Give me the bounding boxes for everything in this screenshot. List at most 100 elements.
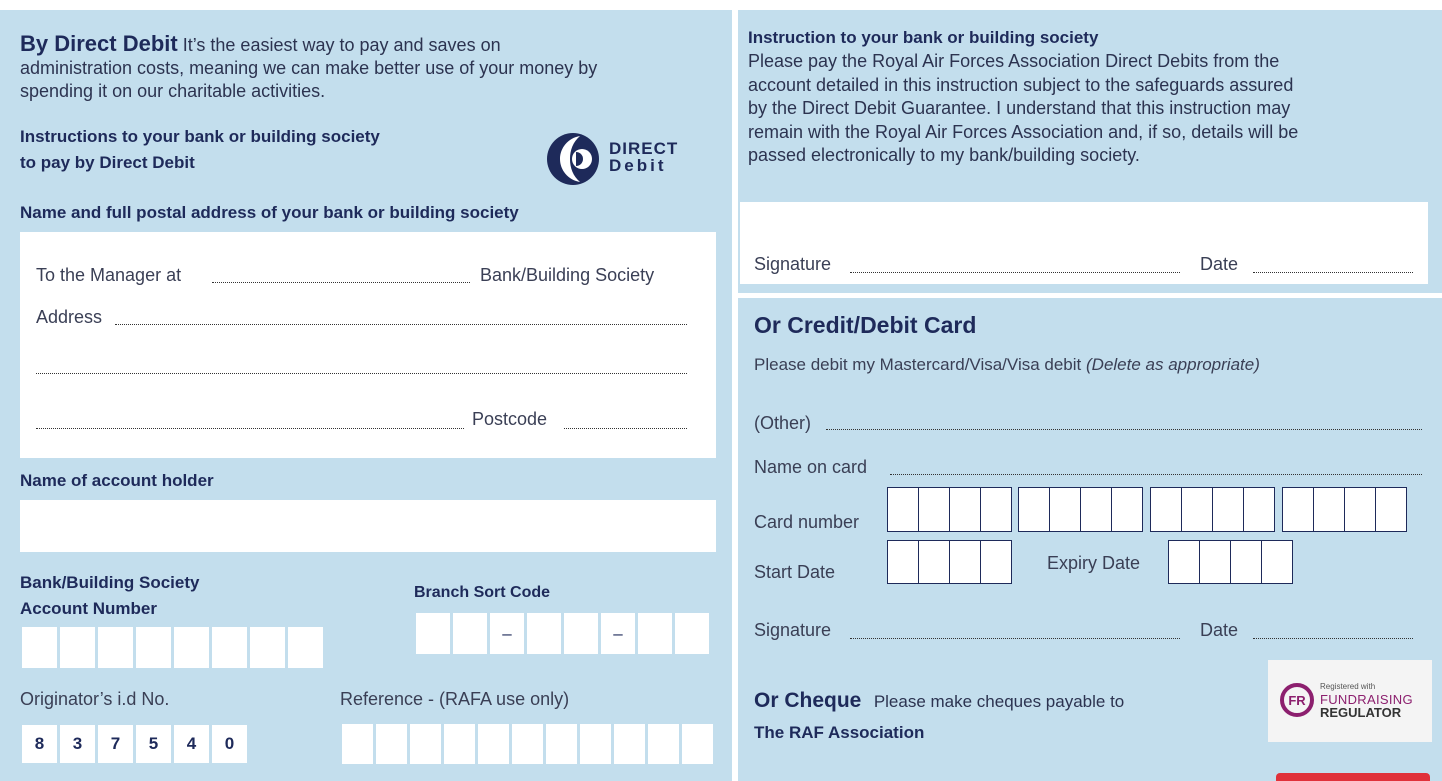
bank-building-label: Bank/Building Society: [480, 265, 655, 285]
bank-name-line[interactable]: [212, 282, 470, 283]
reference-cell[interactable]: [682, 724, 713, 764]
expiry-date-cell[interactable]: [1169, 541, 1200, 583]
sort-code-cell[interactable]: [453, 613, 487, 654]
reference-cell[interactable]: [512, 724, 543, 764]
direct-debit-heading: By Direct Debit: [20, 31, 178, 56]
reference-cells: [342, 724, 716, 764]
originator-digit: 8: [22, 725, 57, 763]
originator-id-cells: 8 3 7 5 4 0: [22, 725, 250, 763]
postcode-label: Postcode: [472, 409, 548, 429]
card-number-cell[interactable]: [1376, 488, 1406, 531]
date-line[interactable]: [1253, 272, 1413, 273]
card-number-group-4: [1282, 487, 1407, 532]
card-number-cell[interactable]: [1112, 488, 1142, 531]
expiry-date-cells: [1168, 540, 1293, 584]
reference-cell[interactable]: [648, 724, 679, 764]
cheque-section: Or Cheque Please make cheques payable to: [754, 689, 1124, 713]
name-on-card-line[interactable]: [890, 474, 1422, 475]
address-line-3[interactable]: [36, 428, 464, 429]
address-label: Address: [36, 307, 103, 327]
card-number-group-1: [887, 487, 1012, 532]
card-number-cell[interactable]: [1151, 488, 1182, 531]
start-date-cell[interactable]: [919, 541, 950, 583]
address-line-2[interactable]: [36, 373, 687, 374]
card-instruction: Please debit my Mastercard/Visa/Visa deb…: [754, 355, 1260, 374]
reference-cell[interactable]: [342, 724, 373, 764]
sort-code-cell[interactable]: [675, 613, 709, 654]
sort-code-cell[interactable]: [527, 613, 561, 654]
originator-digit: 0: [212, 725, 247, 763]
sort-code-cell[interactable]: [564, 613, 598, 654]
expiry-date-cell[interactable]: [1200, 541, 1231, 583]
originator-label: Originator’s i.d No.: [20, 689, 170, 709]
address-line-1[interactable]: [115, 324, 687, 325]
card-number-cell[interactable]: [1213, 488, 1244, 531]
start-date-cells: [887, 540, 1012, 584]
reference-cell[interactable]: [546, 724, 577, 764]
instruction-heading: Instruction to your bank or building soc…: [748, 28, 1099, 47]
card-number-cell[interactable]: [1050, 488, 1081, 531]
expiry-date-cell[interactable]: [1262, 541, 1292, 583]
originator-digit: 4: [174, 725, 209, 763]
card-number-cell[interactable]: [1081, 488, 1112, 531]
reference-cell[interactable]: [478, 724, 509, 764]
fr-line2: REGULATOR: [1320, 705, 1402, 720]
originator-digit: 5: [136, 725, 171, 763]
expiry-date-cell[interactable]: [1231, 541, 1262, 583]
card-number-cell[interactable]: [1314, 488, 1345, 531]
account-number-cell[interactable]: [60, 627, 95, 668]
sort-code-cell[interactable]: [638, 613, 672, 654]
direct-debit-intro: By Direct Debit It’s the easiest way to …: [20, 31, 598, 101]
account-holder-label: Name of account holder: [20, 471, 214, 490]
card-number-cell[interactable]: [1182, 488, 1213, 531]
reference-cell[interactable]: [444, 724, 475, 764]
account-number-cell[interactable]: [212, 627, 247, 668]
sort-code-cells: – –: [416, 613, 712, 654]
card-number-cell[interactable]: [981, 488, 1011, 531]
card-number-cell[interactable]: [1283, 488, 1314, 531]
card-date-line[interactable]: [1253, 638, 1413, 639]
account-number-cell[interactable]: [174, 627, 209, 668]
reference-label: Reference - (RAFA use only): [340, 689, 570, 709]
reference-cell[interactable]: [580, 724, 611, 764]
sort-code-cell[interactable]: [416, 613, 450, 654]
signature-line[interactable]: [850, 272, 1180, 273]
reference-cell[interactable]: [376, 724, 407, 764]
card-number-cell[interactable]: [1019, 488, 1050, 531]
account-number-cell[interactable]: [250, 627, 285, 668]
bank-address-section-label: Name and full postal address of your ban…: [20, 203, 519, 222]
signature-label: Signature: [754, 254, 832, 274]
cheque-heading: Or Cheque: [754, 689, 862, 712]
account-number-cell[interactable]: [22, 627, 57, 668]
direct-debit-logo-word1: DIRECT: [609, 139, 679, 158]
reference-cell[interactable]: [410, 724, 441, 764]
fr-registered-text: Registered with: [1320, 682, 1376, 691]
fr-logo-icon: FR: [1280, 683, 1314, 717]
postcode-line[interactable]: [564, 428, 687, 429]
card-number-cell[interactable]: [1244, 488, 1274, 531]
originator-digit: 7: [98, 725, 133, 763]
name-on-card-label: Name on card: [754, 457, 868, 477]
start-date-label: Start Date: [754, 562, 836, 582]
other-line[interactable]: [826, 429, 1422, 430]
account-holder-field[interactable]: [20, 500, 716, 552]
fundraising-regulator-badge: FR Registered with FUNDRAISING REGULATOR: [1268, 660, 1432, 742]
card-number-cell[interactable]: [1345, 488, 1376, 531]
red-corner-tab: [1276, 773, 1430, 781]
cheque-text: Please make cheques payable to: [873, 692, 1125, 711]
card-number-cell[interactable]: [888, 488, 919, 531]
start-date-cell[interactable]: [888, 541, 919, 583]
account-number-label: Bank/Building Society Account Number: [20, 573, 200, 618]
card-number-cell[interactable]: [919, 488, 950, 531]
direct-debit-logo-word2: Debit: [609, 156, 667, 175]
card-number-label: Card number: [754, 512, 860, 532]
account-number-cell[interactable]: [288, 627, 323, 668]
card-number-group-3: [1150, 487, 1275, 532]
reference-cell[interactable]: [614, 724, 645, 764]
account-number-cell[interactable]: [136, 627, 171, 668]
start-date-cell[interactable]: [981, 541, 1011, 583]
account-number-cell[interactable]: [98, 627, 133, 668]
card-signature-line[interactable]: [850, 638, 1180, 639]
card-number-cell[interactable]: [950, 488, 981, 531]
start-date-cell[interactable]: [950, 541, 981, 583]
